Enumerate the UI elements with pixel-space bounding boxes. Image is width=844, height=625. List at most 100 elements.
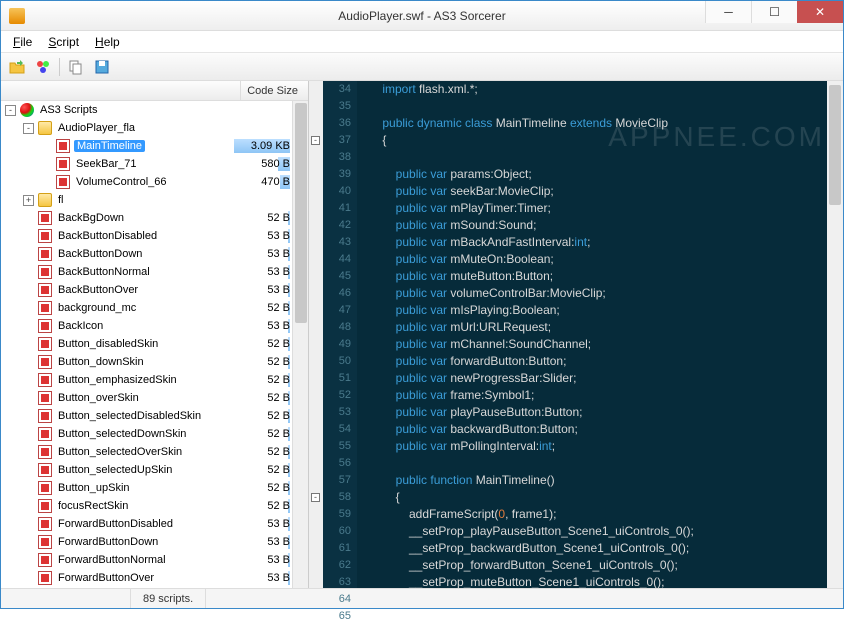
tree-row[interactable]: BackIcon53 B: [1, 317, 308, 335]
tree-row[interactable]: ForwardButtonNormal 53 B: [1, 551, 308, 569]
copy-icon[interactable]: [66, 57, 86, 77]
line-number: 60: [323, 523, 351, 540]
tree-row[interactable]: Button_upSkin52 B: [1, 479, 308, 497]
tree-scroll-thumb[interactable]: [295, 103, 307, 323]
tree-row[interactable]: Button_selectedOverSkin52 B: [1, 443, 308, 461]
close-button[interactable]: ✕: [797, 1, 843, 23]
tree-header-name[interactable]: [1, 81, 240, 100]
tree-body[interactable]: -AS3 Scripts-AudioPlayer_flaMainTimeline…: [1, 101, 308, 588]
code-line: public var frame:Symbol1;: [369, 387, 827, 404]
tree-row[interactable]: SeekBar_71580 B: [1, 155, 308, 173]
tree-row[interactable]: ForwardButtonDisabled53 B: [1, 515, 308, 533]
open-file-icon[interactable]: [7, 57, 27, 77]
tree-row[interactable]: Button_selectedDisabledSkin52 B: [1, 407, 308, 425]
line-number: 57: [323, 472, 351, 489]
line-number: 46: [323, 285, 351, 302]
tree-row[interactable]: MainTimeline3.09 KB: [1, 137, 308, 155]
script-icon: [38, 481, 52, 495]
tree-label: BackButtonNormal: [56, 266, 152, 278]
decompile-icon[interactable]: [33, 57, 53, 77]
script-icon: [38, 445, 52, 459]
tree-label: Button_downSkin: [56, 356, 146, 368]
tree-label: BackButtonOver: [56, 284, 140, 296]
size-value: 53 B: [236, 266, 290, 278]
maximize-button[interactable]: ☐: [751, 1, 797, 23]
menu-help[interactable]: Help: [89, 33, 126, 51]
tree-root[interactable]: - AS3 Scripts: [1, 101, 308, 119]
tree-row[interactable]: BackBgDown52 B: [1, 209, 308, 227]
code-scrollbar[interactable]: [827, 81, 843, 588]
line-number: 61: [323, 540, 351, 557]
tree-label: Button_disabledSkin: [56, 338, 160, 350]
tree-row[interactable]: Button_emphasizedSkin52 B: [1, 371, 308, 389]
tree-row[interactable]: BackButtonDown53 B: [1, 245, 308, 263]
minimize-button[interactable]: ─: [705, 1, 751, 23]
expander-icon[interactable]: +: [23, 195, 34, 206]
main-area: Code Size -AS3 Scripts-AudioPlayer_flaMa…: [1, 81, 843, 588]
line-number: 39: [323, 166, 351, 183]
tree-label: BackBgDown: [56, 212, 126, 224]
size-value: 52 B: [236, 482, 290, 494]
fold-gutter[interactable]: --: [309, 81, 323, 588]
tree-label: ForwardButtonNormal: [56, 554, 168, 566]
expander-blank: [23, 519, 34, 530]
script-icon: [38, 355, 52, 369]
line-number: 65: [323, 608, 351, 625]
tree-row[interactable]: VolumeControl_66470 B: [1, 173, 308, 191]
expander-blank: [23, 447, 34, 458]
fold-toggle-icon[interactable]: -: [311, 136, 320, 145]
save-icon[interactable]: [92, 57, 112, 77]
script-icon: [38, 337, 52, 351]
code-line: public function MainTimeline(): [369, 472, 827, 489]
code-line: public var mChannel:SoundChannel;: [369, 336, 827, 353]
line-number: 56: [323, 455, 351, 472]
fold-toggle-icon[interactable]: -: [311, 493, 320, 502]
line-number: 59: [323, 506, 351, 523]
tree-label: Button_emphasizedSkin: [56, 374, 179, 386]
tree-scrollbar[interactable]: [292, 101, 308, 588]
status-scripts: 89 scripts.: [131, 589, 206, 608]
line-number: 44: [323, 251, 351, 268]
tree-header-size[interactable]: Code Size: [240, 81, 308, 100]
tree-row[interactable]: Button_selectedDownSkin52 B: [1, 425, 308, 443]
expander-blank: [23, 465, 34, 476]
tree-row[interactable]: ForwardButtonOver53 B: [1, 569, 308, 587]
expander-icon[interactable]: -: [23, 123, 34, 134]
expander-blank: [23, 537, 34, 548]
size-value: 52 B: [236, 302, 290, 314]
folder-icon: [38, 193, 52, 207]
tree-row[interactable]: Button_disabledSkin 52 B: [1, 335, 308, 353]
tree-row[interactable]: BackButtonOver53 B: [1, 281, 308, 299]
code-line: __setProp_playPauseButton_Scene1_uiContr…: [369, 523, 827, 540]
menubar: File Script Help: [1, 31, 843, 53]
size-value: 470 B: [236, 176, 290, 188]
tree-label: AS3 Scripts: [38, 104, 99, 116]
tree-row[interactable]: BackButtonDisabled53 B: [1, 227, 308, 245]
script-icon: [38, 211, 52, 225]
tree-folder[interactable]: +fl: [1, 191, 308, 209]
tree-row[interactable]: ForwardIcon53 B: [1, 587, 308, 588]
expander-icon[interactable]: -: [5, 105, 16, 116]
tree-row[interactable]: BackButtonNormal 53 B: [1, 263, 308, 281]
tree-row[interactable]: Button_selectedUpSkin52 B: [1, 461, 308, 479]
size-value: 52 B: [236, 338, 290, 350]
menu-script[interactable]: Script: [42, 33, 85, 51]
tree-row[interactable]: background_mc52 B: [1, 299, 308, 317]
line-number: 41: [323, 200, 351, 217]
size-value: 52 B: [236, 410, 290, 422]
expander-blank: [41, 141, 52, 152]
tree-folder[interactable]: -AudioPlayer_fla: [1, 119, 308, 137]
tree-row[interactable]: focusRectSkin52 B: [1, 497, 308, 515]
script-icon: [38, 517, 52, 531]
size-value: 52 B: [236, 446, 290, 458]
size-value: 53 B: [236, 518, 290, 530]
size-value: 53 B: [236, 554, 290, 566]
tree-row[interactable]: Button_overSkin52 B: [1, 389, 308, 407]
code-area[interactable]: import flash.xml.*; public dynamic class…: [357, 81, 827, 588]
tree-row[interactable]: Button_downSkin52 B: [1, 353, 308, 371]
code-line: public var mBackAndFastInterval:int;: [369, 234, 827, 251]
code-scroll-thumb[interactable]: [829, 85, 841, 205]
menu-file[interactable]: File: [7, 33, 38, 51]
tree-row[interactable]: ForwardButtonDown53 B: [1, 533, 308, 551]
expander-blank: [23, 483, 34, 494]
